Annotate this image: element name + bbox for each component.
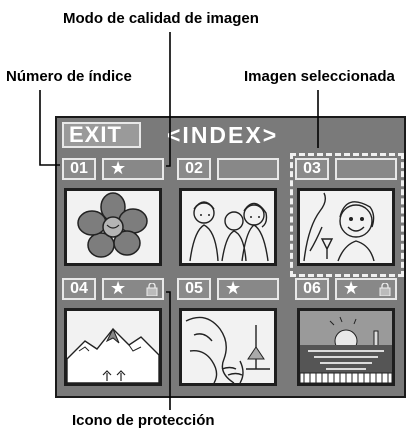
quality-mode-leader-line xyxy=(166,32,171,167)
protection-icon-leader-line xyxy=(166,291,171,410)
callout-leader-lines xyxy=(39,32,319,410)
index-number-leader-line xyxy=(39,90,60,166)
